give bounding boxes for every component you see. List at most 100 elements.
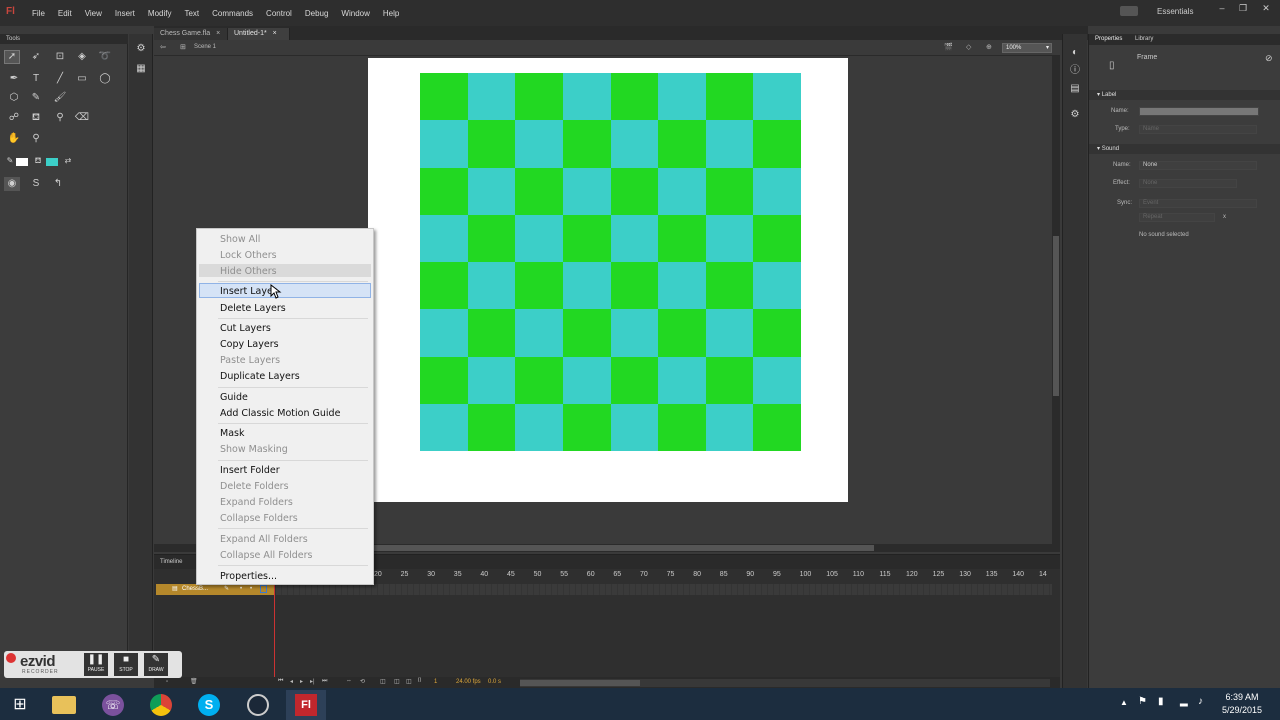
subselection-tool-icon[interactable]: ➶ xyxy=(28,50,44,64)
menu-debug[interactable]: Debug xyxy=(305,9,342,18)
vertical-scrollbar[interactable] xyxy=(1052,56,1060,544)
lasso-icon[interactable]: ➰ xyxy=(97,50,113,64)
menu-item-show-masking[interactable]: Show Masking xyxy=(220,442,288,457)
color-panel-icon[interactable]: ◐ xyxy=(1067,46,1083,60)
flash-taskbar-icon[interactable]: Fl xyxy=(286,690,326,720)
visibility-dot[interactable]: • xyxy=(240,584,242,595)
pencil-tool-icon[interactable]: ✎ xyxy=(28,91,44,105)
close-icon[interactable]: ✕ xyxy=(1259,3,1273,15)
menu-item-delete-layers[interactable]: Delete Layers xyxy=(220,301,286,316)
menu-edit[interactable]: Edit xyxy=(58,9,85,18)
sound-name-select[interactable]: None xyxy=(1139,161,1257,170)
menu-insert[interactable]: Insert xyxy=(115,9,148,18)
menu-item-properties[interactable]: Properties... xyxy=(220,569,277,584)
info-icon[interactable]: ⓘ xyxy=(1067,64,1083,78)
object-drawing-icon[interactable]: ◉ xyxy=(4,177,20,191)
tab-close-icon[interactable]: × xyxy=(216,30,220,37)
menu-window[interactable]: Window xyxy=(341,9,382,18)
menu-item-collapse-folders[interactable]: Collapse Folders xyxy=(220,511,298,526)
menu-help[interactable]: Help xyxy=(383,9,412,18)
pause-button[interactable]: ❚❚ PAUSE xyxy=(84,653,108,676)
menu-item-lock-others[interactable]: Lock Others xyxy=(220,248,277,263)
show-hidden-icons[interactable]: ▲ xyxy=(1120,698,1128,707)
rectangle-tool-icon[interactable]: ▭ xyxy=(74,72,90,86)
sync-select[interactable]: Event xyxy=(1139,199,1257,208)
stroke-swatch[interactable] xyxy=(16,158,28,166)
menu-item-insert-layer[interactable]: Insert Layer xyxy=(220,284,277,299)
menu-item-add-classic-motion-guide[interactable]: Add Classic Motion Guide xyxy=(220,406,340,421)
new-layer-icon[interactable]: ▫ xyxy=(166,679,168,685)
horizontal-scroll-thumb[interactable] xyxy=(374,545,874,551)
paint-bucket-icon[interactable]: ⛾ xyxy=(28,111,44,125)
modify-markers-icon[interactable]: ⌷ xyxy=(418,678,422,685)
viber-icon[interactable]: ☏ xyxy=(93,690,133,720)
stop-button[interactable]: ■ STOP xyxy=(114,653,138,676)
motion-editor-icon[interactable]: ⚙ xyxy=(133,42,149,56)
menu-item-paste-layers[interactable]: Paste Layers xyxy=(220,353,280,368)
lock-dot[interactable]: • xyxy=(250,584,252,595)
3d-rotation-icon[interactable]: ◈ xyxy=(74,50,90,64)
menu-item-expand-all-folders[interactable]: Expand All Folders xyxy=(220,532,308,547)
sound-section[interactable]: ▾ Sound xyxy=(1089,144,1280,154)
smooth-icon[interactable]: ↰ xyxy=(50,177,66,191)
tab-chess-game[interactable]: Chess Game.fla × xyxy=(154,28,228,40)
menu-item-copy-layers[interactable]: Copy Layers xyxy=(220,337,279,352)
align-icon[interactable]: ▤ xyxy=(1067,82,1083,96)
eyedropper-icon[interactable]: ⚲ xyxy=(52,111,68,125)
maximize-icon[interactable]: ❐ xyxy=(1236,3,1250,15)
volume-icon[interactable]: ♪ xyxy=(1198,696,1203,707)
draw-button[interactable]: ✎ DRAW xyxy=(144,653,168,676)
hand-tool-icon[interactable]: ✋ xyxy=(6,132,22,146)
chrome-icon[interactable] xyxy=(141,690,181,720)
frame-grid[interactable] xyxy=(276,584,1052,595)
timeline-hscroll-thumb[interactable] xyxy=(520,680,640,686)
network-icon[interactable]: ▂ xyxy=(1180,696,1188,707)
skype-icon[interactable]: S xyxy=(189,690,229,720)
tab-close-icon[interactable]: × xyxy=(273,30,277,37)
pen-tool-icon[interactable]: ✒ xyxy=(6,72,22,86)
back-arrow-icon[interactable]: ⇦ xyxy=(160,43,166,51)
center-frame-icon[interactable]: ⇔ xyxy=(346,678,352,684)
menu-text[interactable]: Text xyxy=(184,9,212,18)
fill-swatch[interactable] xyxy=(46,158,58,166)
frame-ruler[interactable]: 20 25 30 35 40 45 50 55 60 65 70 75 80 85 90 95 100 105 11… xyxy=(372,569,1052,581)
menu-item-mask[interactable]: Mask xyxy=(220,426,244,441)
menu-item-cut-layers[interactable]: Cut Layers xyxy=(220,321,271,336)
steam-icon[interactable] xyxy=(238,690,278,720)
line-tool-icon[interactable]: ╱ xyxy=(52,72,68,86)
playhead[interactable] xyxy=(274,584,275,690)
onion-outline-icon[interactable]: ◫ xyxy=(394,678,400,685)
repeat-select[interactable]: Repeat xyxy=(1139,213,1215,222)
center-stage-icon[interactable]: ⊕ xyxy=(986,43,992,51)
onion-skin-icon[interactable]: ◫ xyxy=(380,678,386,685)
effect-select[interactable]: None xyxy=(1139,179,1237,188)
edit-symbols-icon[interactable]: ◇ xyxy=(966,43,971,51)
menu-view[interactable]: View xyxy=(85,9,115,18)
grid-icon[interactable]: ▦ xyxy=(133,62,149,76)
menu-item-insert-folder[interactable]: Insert Folder xyxy=(220,463,280,478)
chess-board[interactable] xyxy=(420,73,801,451)
tab-library[interactable]: Library xyxy=(1135,36,1153,42)
brush-tool-icon[interactable]: 🖌 xyxy=(52,91,68,105)
step-forward-icon[interactable]: ▸| xyxy=(310,678,315,685)
current-frame[interactable]: 1 xyxy=(434,679,437,685)
frame-rate[interactable]: 24.00 fps xyxy=(456,679,481,685)
file-explorer-icon[interactable] xyxy=(44,690,84,720)
edit-scene-icon[interactable]: 🎬 xyxy=(944,43,953,51)
menu-item-delete-folders[interactable]: Delete Folders xyxy=(220,479,289,494)
action-center-icon[interactable]: ⚑ xyxy=(1138,696,1147,707)
edit-multiple-icon[interactable]: ◫ xyxy=(406,678,412,685)
selection-tool-icon[interactable]: ➚ xyxy=(4,50,20,64)
windows-start-icon[interactable]: ⊞ xyxy=(0,690,40,720)
step-back-icon[interactable]: ◂ xyxy=(290,678,293,685)
components-icon[interactable]: ⚙ xyxy=(1067,108,1083,122)
menu-item-expand-folders[interactable]: Expand Folders xyxy=(220,495,293,510)
polystar-tool-icon[interactable]: ⬡ xyxy=(6,91,22,105)
repeat-count[interactable]: x xyxy=(1223,214,1226,220)
loop-icon[interactable]: ⟲ xyxy=(360,678,365,685)
oval-tool-icon[interactable]: ◯ xyxy=(97,72,113,86)
eraser-tool-icon[interactable]: ⌫ xyxy=(74,111,90,125)
play-icon[interactable]: ▸ xyxy=(300,678,303,685)
menu-commands[interactable]: Commands xyxy=(212,9,266,18)
zoom-select[interactable]: 100% ▾ xyxy=(1002,43,1052,53)
